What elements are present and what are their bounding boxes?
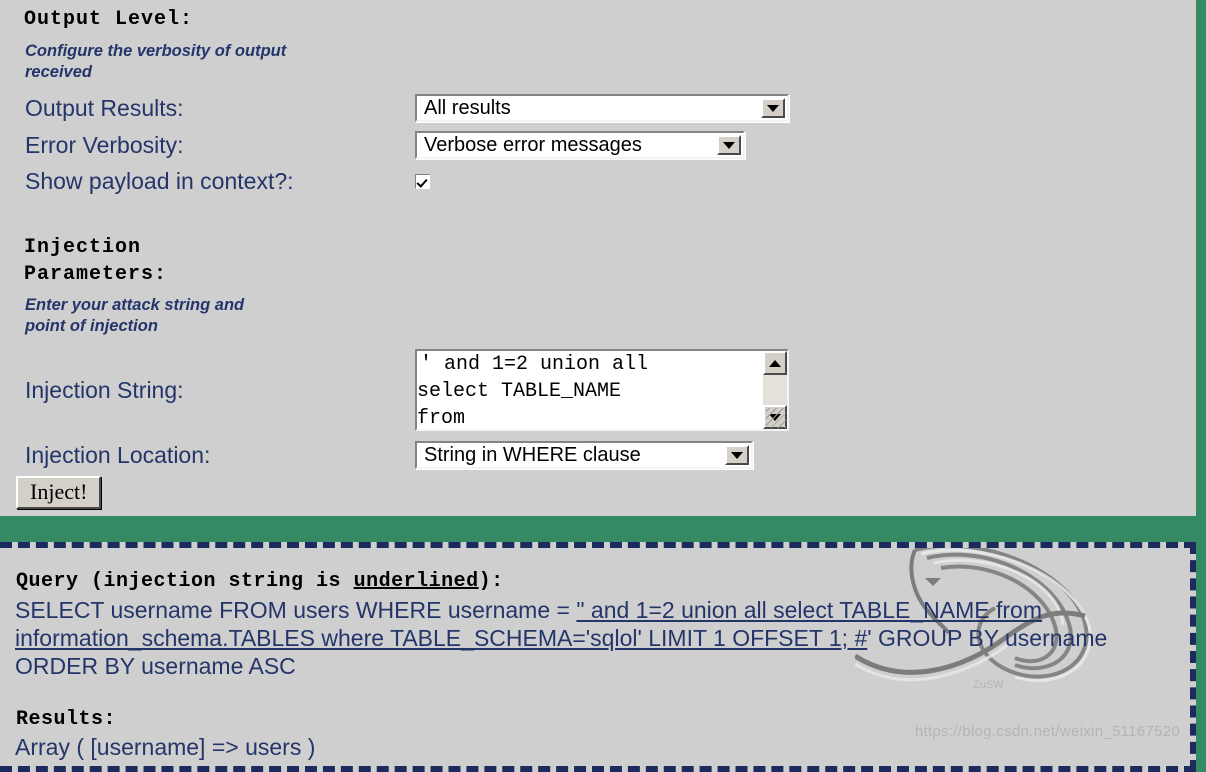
output-results-select-value: All results xyxy=(424,96,511,119)
output-results-select[interactable]: All results xyxy=(415,94,789,122)
query-heading-underlined-word: underlined xyxy=(353,570,479,593)
output-results-row: Output Results: All results xyxy=(25,94,1125,122)
injection-location-label: Injection Location: xyxy=(25,441,211,468)
error-verbosity-select[interactable]: Verbose error messages xyxy=(415,131,745,159)
watermark-url: https://blog.csdn.net/weixin_51167520 xyxy=(914,723,1180,740)
page-root: Output Level: Configure the verbosity of… xyxy=(0,0,1206,772)
injection-string-row: Injection String: ' and 1=2 union all se… xyxy=(25,349,1125,431)
error-verbosity-select-value: Verbose error messages xyxy=(424,133,642,156)
output-level-description: Configure the verbosity of output receiv… xyxy=(25,42,287,81)
query-heading: Query (injection string is underlined): xyxy=(16,570,504,593)
svg-text:ZuSW: ZuSW xyxy=(973,679,1004,691)
injection-location-row: Injection Location: String in WHERE clau… xyxy=(25,441,1125,469)
chevron-down-icon[interactable] xyxy=(717,135,741,155)
output-level-heading: Output Level: xyxy=(24,8,194,31)
scroll-up-icon[interactable] xyxy=(763,351,787,375)
chevron-down-icon[interactable] xyxy=(725,445,749,465)
green-frame-band xyxy=(0,516,1206,542)
show-payload-checkbox[interactable] xyxy=(415,174,430,189)
resize-grip-icon[interactable] xyxy=(766,408,786,428)
show-payload-label: Show payload in context?: xyxy=(25,168,294,194)
results-panel: ZuSW Query (injection string is underlin… xyxy=(0,542,1196,772)
error-verbosity-row: Error Verbosity: Verbose error messages xyxy=(25,131,1125,159)
show-payload-row: Show payload in context?: xyxy=(25,168,1125,195)
injection-form-panel: Output Level: Configure the verbosity of… xyxy=(0,0,1196,516)
injection-string-label: Injection String: xyxy=(25,377,184,403)
error-verbosity-label: Error Verbosity: xyxy=(25,131,184,158)
query-heading-prefix: Query (injection string is xyxy=(16,570,354,593)
green-frame-right-lower xyxy=(1196,542,1206,772)
injection-parameters-heading: Injection Parameters: xyxy=(24,236,168,286)
green-frame-right-upper xyxy=(1196,0,1206,516)
query-text: SELECT username FROM users WHERE usernam… xyxy=(15,596,1165,680)
injection-string-value: ' and 1=2 union all select TABLE_NAME fr… xyxy=(417,353,649,430)
query-heading-suffix: ): xyxy=(478,570,504,593)
results-array-value: Array ( [username] => users ) xyxy=(15,734,316,760)
injection-string-textarea[interactable]: ' and 1=2 union all select TABLE_NAME fr… xyxy=(415,349,789,431)
injection-parameters-description: Enter your attack string and point of in… xyxy=(25,296,245,335)
injection-location-select[interactable]: String in WHERE clause xyxy=(415,441,753,469)
injection-location-select-value: String in WHERE clause xyxy=(424,443,641,466)
results-heading: Results: xyxy=(16,708,117,731)
chevron-down-icon[interactable] xyxy=(761,98,785,118)
inject-button[interactable]: Inject! xyxy=(16,476,102,509)
query-prefix: SELECT username FROM users WHERE usernam… xyxy=(15,597,577,623)
output-results-label: Output Results: xyxy=(25,94,184,121)
